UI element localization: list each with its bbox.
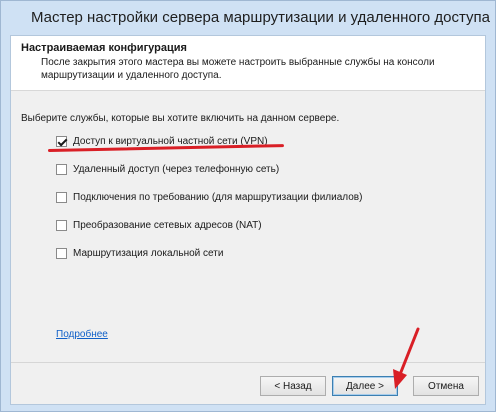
page-description: После закрытия этого мастера вы можете н… bbox=[41, 57, 435, 81]
footer-divider bbox=[11, 362, 485, 363]
wizard-window: Мастер настройки сервера маршрутизации и… bbox=[0, 0, 496, 412]
demand-dial-checkbox[interactable] bbox=[56, 191, 67, 203]
option-dialup[interactable]: Удаленный доступ (через телефонную сеть) bbox=[56, 162, 279, 176]
wizard-header: Настраиваемая конфигурация После закрыти… bbox=[11, 36, 485, 91]
lan-routing-checkbox[interactable] bbox=[56, 247, 67, 259]
option-label: Маршрутизация локальной сети bbox=[73, 247, 224, 259]
window-title: Мастер настройки сервера маршрутизации и… bbox=[31, 9, 490, 26]
nat-checkbox[interactable] bbox=[56, 219, 67, 231]
option-demand-dial[interactable]: Подключения по требованию (для маршрутиз… bbox=[56, 190, 362, 204]
option-nat[interactable]: Преобразование сетевых адресов (NAT) bbox=[56, 218, 262, 232]
dialup-checkbox[interactable] bbox=[56, 163, 67, 175]
more-info-link[interactable]: Подробнее bbox=[56, 329, 108, 340]
option-label: Удаленный доступ (через телефонную сеть) bbox=[73, 163, 280, 175]
services-prompt: Выберите службы, которые вы хотите включ… bbox=[21, 113, 340, 124]
next-button[interactable]: Далее > bbox=[332, 376, 398, 396]
title-bar[interactable]: Мастер настройки сервера маршрутизации и… bbox=[1, 1, 495, 35]
wizard-client-area: Настраиваемая конфигурация После закрыти… bbox=[10, 35, 486, 405]
vpn-checkbox[interactable] bbox=[56, 135, 67, 147]
back-button[interactable]: < Назад bbox=[260, 376, 326, 396]
page-title: Настраиваемая конфигурация bbox=[21, 42, 187, 54]
option-lan-routing[interactable]: Маршрутизация локальной сети bbox=[56, 246, 223, 260]
cancel-button[interactable]: Отмена bbox=[413, 376, 479, 396]
option-label: Преобразование сетевых адресов (NAT) bbox=[73, 219, 262, 231]
option-label: Подключения по требованию (для маршрутиз… bbox=[73, 191, 363, 203]
